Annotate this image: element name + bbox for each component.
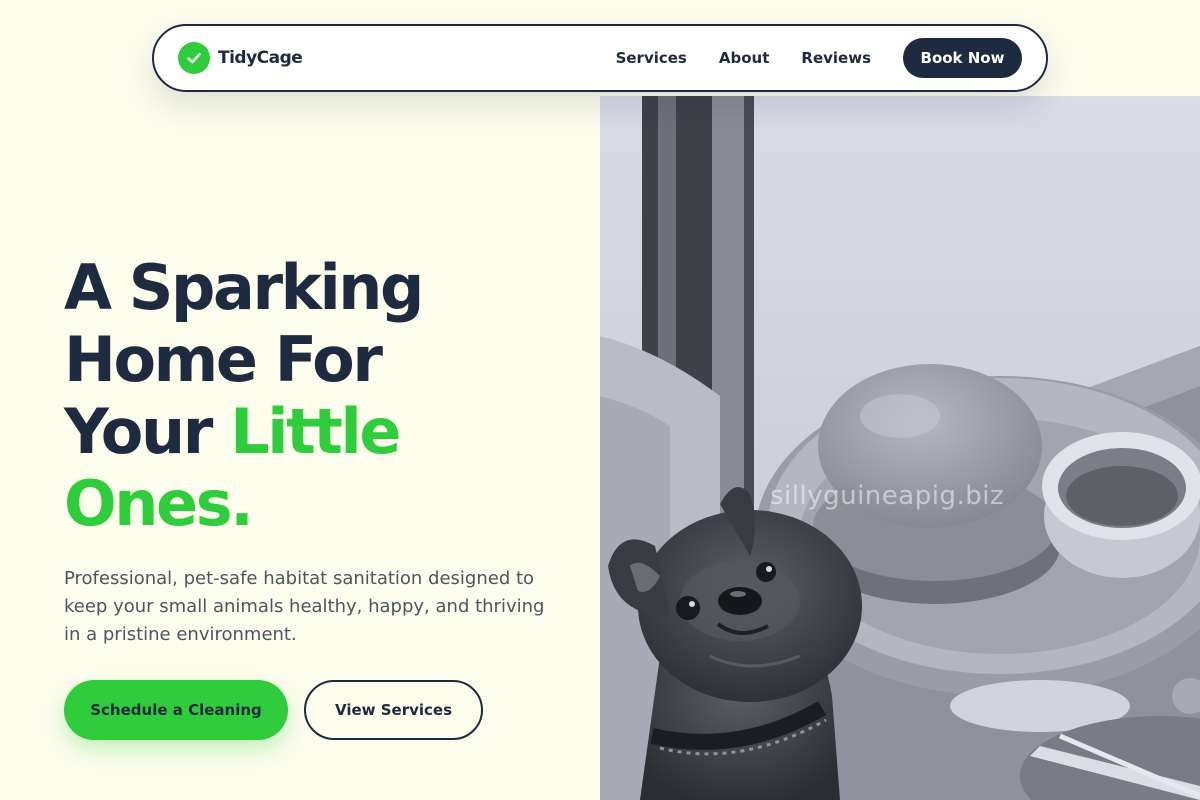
checkmark-circle-icon	[178, 42, 210, 74]
brand-name: TidyCage	[218, 48, 303, 68]
hero-title-line-4: Ones.	[64, 467, 254, 540]
hero-subtitle: Professional, pet-safe habitat sanitatio…	[64, 568, 545, 645]
book-now-button[interactable]: Book Now	[903, 38, 1022, 78]
hero-title-line-2: Home For	[64, 323, 383, 396]
hero-title-accent-word: Little	[230, 395, 401, 468]
hero-title-line-3: Your Little	[64, 396, 584, 468]
schedule-cleaning-button[interactable]: Schedule a Cleaning	[64, 680, 288, 740]
nav-link-reviews[interactable]: Reviews	[801, 49, 871, 67]
nav-link-about[interactable]: About	[719, 49, 770, 67]
hero-title-line-1: A Sparking	[64, 251, 424, 324]
view-services-button[interactable]: View Services	[304, 680, 483, 740]
hero-title: A Sparking Home For Your Little Ones.	[64, 252, 584, 540]
nav-link-services[interactable]: Services	[616, 49, 687, 67]
image-watermark: sillyguineapig.biz	[770, 481, 1005, 511]
nav-links: Services About Reviews Book Now	[616, 38, 1022, 78]
bulldog-cafe-photo	[600, 96, 1200, 800]
brand-logo[interactable]: TidyCage	[178, 42, 303, 74]
top-nav: TidyCage Services About Reviews Book Now	[152, 24, 1048, 92]
hero-title-plain-word: Your	[64, 395, 231, 468]
hero-image: sillyguineapig.biz	[600, 96, 1200, 800]
